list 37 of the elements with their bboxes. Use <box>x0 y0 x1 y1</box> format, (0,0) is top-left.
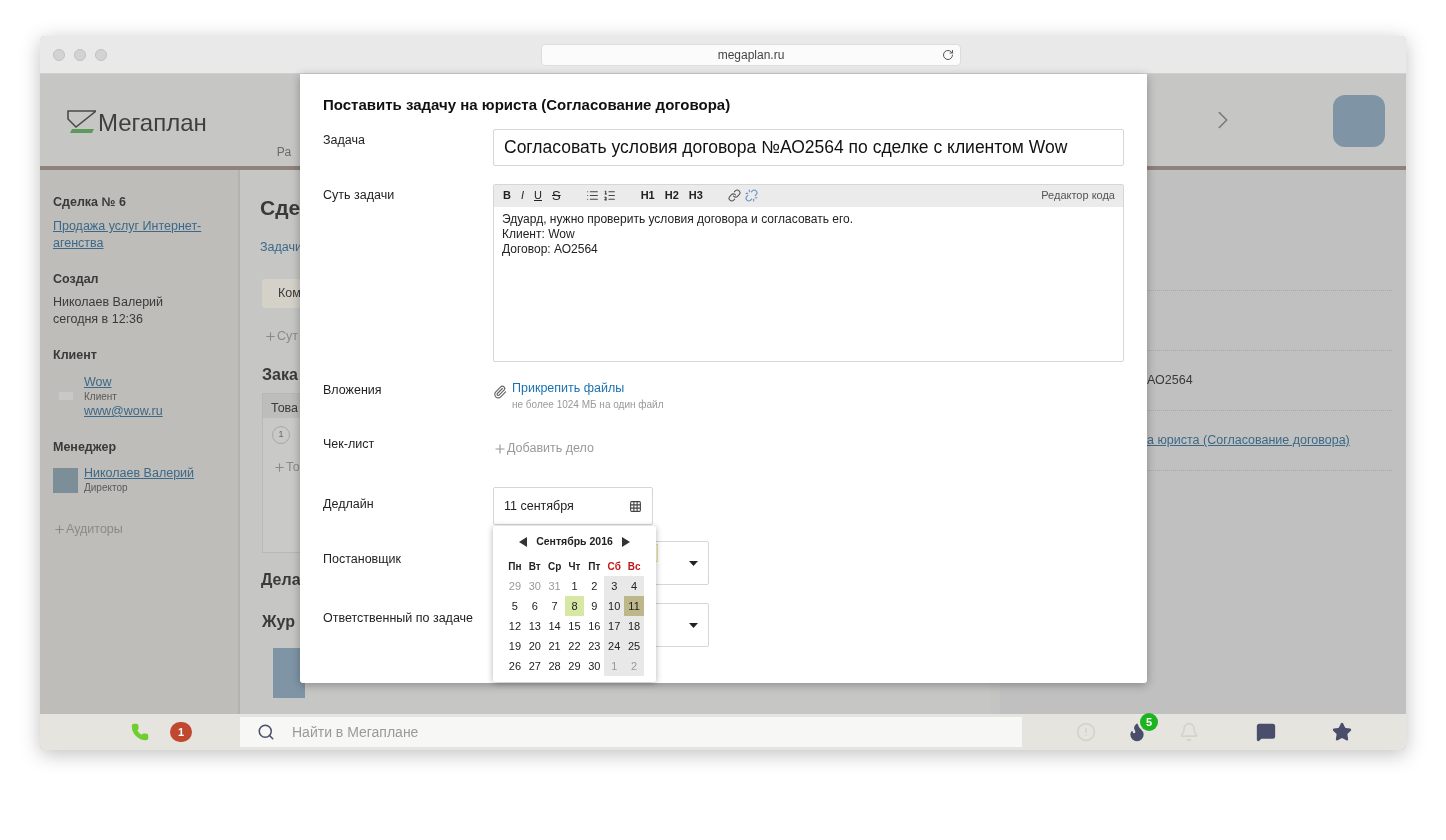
order-heading: Зака <box>262 365 298 385</box>
page-title: Сде <box>260 195 301 221</box>
client-role: Клиент <box>84 391 118 403</box>
manager-role: Директор <box>84 482 129 494</box>
creator-name: Николаев Валерий <box>53 294 165 311</box>
field-label: Ответственный по задаче <box>323 610 475 627</box>
weekday-label: Чт <box>567 559 582 574</box>
url-text: megaplan.ru <box>717 46 785 64</box>
journal-heading: Жур <box>262 612 295 632</box>
editor-text-line: Эдуард, нужно проверить условия договора и согласовать его. <box>502 211 855 227</box>
dialog-title: Поставить задачу на юриста (Согласование договора) <box>323 95 732 115</box>
date-value: 11 сентября <box>504 497 575 515</box>
contract-number: АО2564 <box>1147 372 1193 390</box>
field-label: Чек-лист <box>323 436 376 454</box>
weekday-label: Вт <box>527 559 542 574</box>
calendar-month: Сентябрь 2016 <box>536 534 613 550</box>
created-time: сегодня в 12:36 <box>53 311 144 328</box>
notification-badge: 5 <box>1140 713 1158 731</box>
weekday-label: Сб <box>606 559 622 574</box>
field-label: Дедлайн <box>323 496 375 513</box>
field-label: Задача <box>323 131 366 149</box>
weekday-label: Вс <box>626 559 642 574</box>
field-label: Постановщик <box>323 551 402 568</box>
weekday-label: Пт <box>587 559 602 574</box>
creator-heading: Создал <box>53 271 100 288</box>
weekday-label: Пн <box>507 559 523 574</box>
client-heading: Клиент <box>53 347 98 364</box>
manager-heading: Менеджер <box>53 439 118 456</box>
editor-text-line: Договор: АО2564 <box>502 241 599 257</box>
deal-title: Сделка № 6 <box>53 194 127 211</box>
deals-heading: Дела <box>261 570 301 590</box>
missed-calls-badge: 1 <box>170 722 192 742</box>
weekday-label: Ср <box>546 559 563 574</box>
field-label: Суть задачи <box>323 186 396 204</box>
attachment-hint: не более 1024 МБ на один файл <box>512 398 664 413</box>
logo-text: Мегаплан <box>98 111 207 135</box>
editor-text-line: Клиент: Wow <box>502 226 576 242</box>
